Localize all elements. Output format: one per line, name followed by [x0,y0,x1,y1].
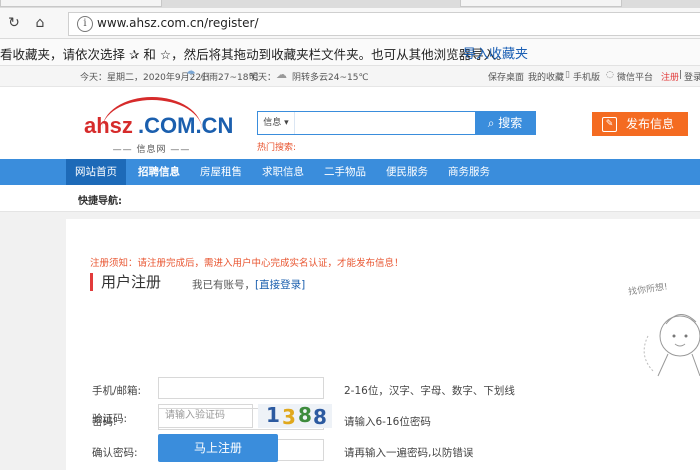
mobile-icon: ▯ [565,70,570,80]
rain-icon: ☂ [186,68,196,81]
favorites-bar: 看收藏夹，请依次选择 ✰ 和 ☆，然后将其拖动到收藏夹栏文件夹。也可从其他浏览器… [0,39,700,66]
address-bar[interactable]: i www.ahsz.com.cn/register/ [68,12,700,36]
page-title: 用户注册 [101,273,162,291]
logo-subtitle: —— 信息网 —— [112,145,191,155]
search-button[interactable]: ⌕ 搜索 [475,112,535,134]
nav-housing[interactable]: 房屋租售 [194,159,248,185]
mobile-link[interactable]: 手机版 [573,70,600,83]
search-input[interactable] [296,114,475,132]
publish-label: 发布信息 [626,117,675,131]
account-input[interactable] [158,377,324,399]
quick-nav-label: 快捷导航: [78,196,122,207]
browser-tab[interactable] [0,0,162,7]
captcha-digit: 1 [266,403,280,427]
favorites-message: 看收藏夹，请依次选择 ✰ 和 ☆，然后将其拖动到收藏夹栏文件夹。也可从其他浏览器… [0,47,509,62]
site-header: ahsz .COM.CN —— 信息网 —— 信息 ▾ ⌕ 搜索 热门搜索: ✎… [0,87,700,159]
captcha-digit: 8 [298,403,312,427]
account-label: 手机/邮箱: [92,385,142,397]
login-link[interactable]: 登录 [684,70,700,83]
mascot-illustration: 找你所想! [628,276,700,416]
url-text: www.ahsz.com.cn/register/ [97,16,259,30]
browser-tab-strip [0,0,700,8]
captcha-input[interactable]: 请输入验证码 [158,404,253,428]
web-page: 今天：星期二，2020年9月22日 ☂ 小雨27~18℃ 明天： ☁ 阴转多云2… [0,66,700,470]
register-submit-button[interactable]: 马上注册 [158,434,278,462]
home-icon[interactable]: ⌂ [30,13,50,33]
captcha-label: 验证码: [92,413,128,425]
mascot-drawing [643,314,700,377]
main-nav: 网站首页 招聘信息 房屋租售 求职信息 二手物品 便民服务 商务服务 [0,159,700,185]
save-desktop-link[interactable]: 保存桌面 [488,70,524,83]
logo-text-right: .COM.CN [138,113,234,138]
wechat-link[interactable]: 微信平台 [617,70,653,83]
confirm-password-hint: 请再输入一遍密码,以防错误 [344,447,474,459]
weather-tomorrow: 阴转多云24~15℃ [292,73,369,83]
site-info-icon[interactable]: i [77,16,93,32]
browser-tab[interactable] [460,0,622,7]
account-hint: 2-16位，汉字、字母、数字、下划线 [344,385,515,397]
nav-jobseeking[interactable]: 求职信息 [256,159,310,185]
cloud-icon: ☁ [276,68,287,81]
nav-services[interactable]: 便民服务 [380,159,434,185]
tomorrow-label: 明天： [249,73,277,83]
publish-button[interactable]: ✎ 发布信息 [592,112,688,136]
my-favorites-link[interactable]: 我的收藏 [528,70,564,83]
have-account-text: 我已有账号，[直接登录] [192,279,306,291]
captcha-image[interactable]: 1 3 8 8 [258,403,332,429]
confirm-password-label: 确认密码: [92,447,138,459]
hot-search-label: 热门搜索: [257,143,297,153]
register-notice: 注册须知：请注册完成后，需进入用户中心完成实名认证，才能发布信息！ [90,258,404,269]
site-topbar: 今天：星期二，2020年9月22日 ☂ 小雨27~18℃ 明天： ☁ 阴转多云2… [0,66,700,87]
import-favorites-link[interactable]: 导入收藏夹 [463,43,528,62]
nav-jobs[interactable]: 招聘信息 [132,159,186,185]
register-panel: 注册须知：请注册完成后，需进入用户中心完成实名认证，才能发布信息！ 用户注册 我… [66,219,700,470]
refresh-icon[interactable]: ↻ [4,13,24,33]
address-toolbar: ↻ ⌂ i www.ahsz.com.cn/register/ [0,8,700,39]
captcha-digit: 8 [313,405,327,429]
search-category-select[interactable]: 信息 ▾ [258,112,295,134]
nav-secondhand[interactable]: 二手物品 [318,159,372,185]
search-box: 信息 ▾ ⌕ 搜索 [257,111,536,135]
register-title-block: 用户注册 [90,273,161,291]
quick-nav-bar: 快捷导航: [0,185,700,212]
edit-icon: ✎ [602,117,617,132]
search-icon: ⌕ [487,116,495,130]
wechat-icon: ◌ [606,70,614,80]
password-hint: 请输入6-16位密码 [344,416,431,428]
divider: | [679,70,683,80]
logo-text-left: ahsz [84,113,133,138]
register-link[interactable]: 注册 [661,70,679,83]
nav-home[interactable]: 网站首页 [66,159,126,185]
captcha-digit: 3 [282,405,296,429]
nav-business[interactable]: 商务服务 [442,159,496,185]
direct-login-link[interactable]: [直接登录] [255,279,305,291]
site-logo[interactable]: ahsz .COM.CN —— 信息网 —— [84,95,234,155]
